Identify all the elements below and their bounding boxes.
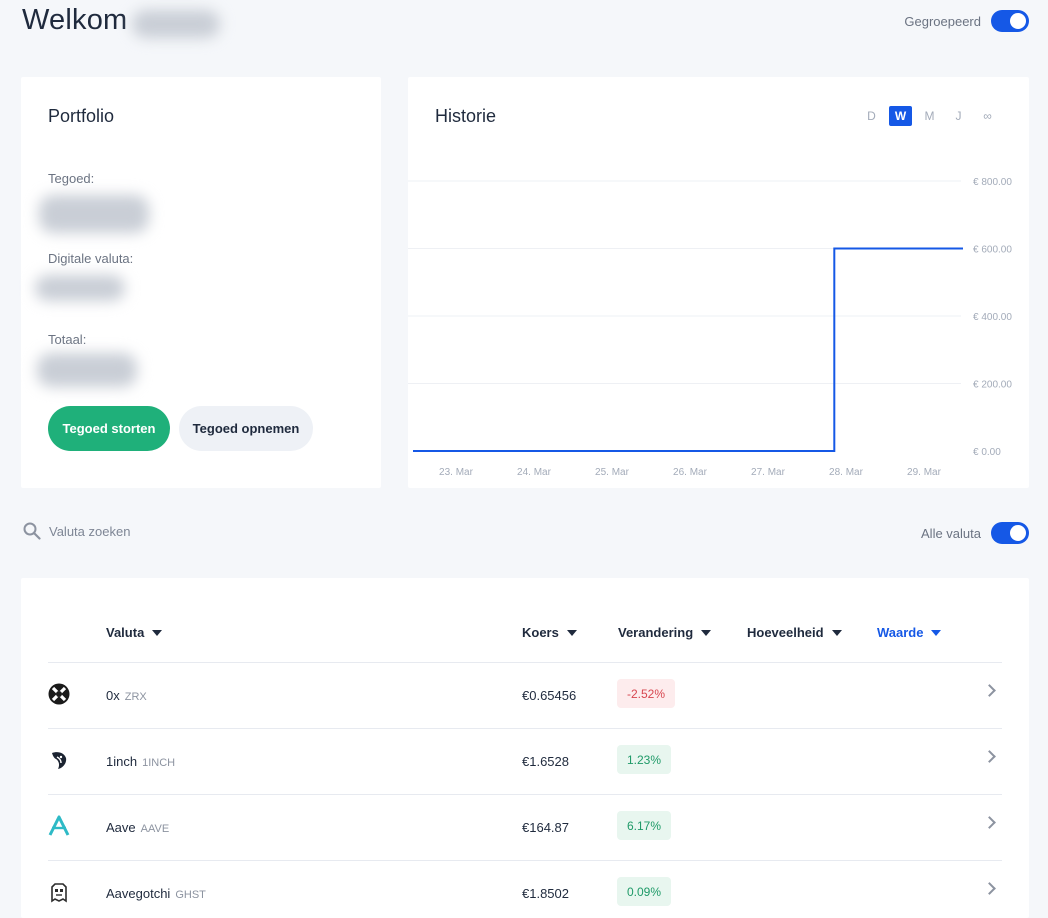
coin-price: €1.8502: [522, 886, 569, 901]
history-card: Historie D W M J ∞ € 0.00 € 200.00 € 400.0…: [408, 77, 1029, 488]
series-line: [413, 247, 963, 452]
col-amount-label: Hoeveelheid: [747, 625, 824, 640]
table-row[interactable]: Aavegotchi GHST €1.8502 0.09%: [48, 860, 1002, 918]
grouped-label: Gegroepeerd: [904, 13, 981, 29]
y-tick-label: € 400.00: [973, 312, 1012, 323]
coin-name: Aavegotchi: [106, 886, 171, 901]
portfolio-card: Portfolio Tegoed: Digitale valuta: Totaa…: [21, 77, 381, 488]
col-change-label: Verandering: [618, 625, 694, 640]
coin-name: 1inch: [106, 754, 138, 769]
col-currency-label: Valuta: [106, 625, 145, 640]
x-tick-label: 26. Mar: [673, 467, 708, 478]
1inch-icon: [52, 752, 67, 769]
welcome-title: Welkom: [22, 4, 128, 36]
coin-symbol: 1INCH: [142, 757, 176, 769]
balance-value-redacted: [39, 195, 149, 233]
grouped-toggle[interactable]: [991, 10, 1029, 32]
table-row[interactable]: 0x ZRX €0.65456 -2.52%: [48, 662, 1002, 728]
aave-icon: [48, 815, 70, 836]
coin-symbol: AAVE: [140, 823, 170, 835]
col-value[interactable]: Waarde: [877, 625, 942, 640]
table-row[interactable]: 1inch 1INCH €1.6528 1.23%: [48, 728, 1002, 794]
x-tick-label: 27. Mar: [751, 467, 786, 478]
caret-down-icon: [831, 629, 842, 636]
coin-symbol: ZRX: [124, 691, 147, 703]
zrx-icon: [48, 683, 70, 705]
table-row[interactable]: Aave AAVE €164.87 6.17%: [48, 794, 1002, 860]
chevron-right-icon[interactable]: [983, 684, 996, 697]
col-currency[interactable]: Valuta: [106, 625, 163, 640]
caret-down-icon: [152, 629, 163, 636]
x-tick-label: 28. Mar: [829, 467, 864, 478]
y-tick-label: € 600.00: [973, 245, 1012, 256]
chevron-right-icon[interactable]: [983, 882, 996, 895]
coin-name: Aave: [106, 820, 136, 835]
x-tick-label: 25. Mar: [595, 467, 630, 478]
col-value-label: Waarde: [877, 625, 924, 640]
ghst-icon: [51, 883, 67, 903]
y-tick-label: € 800.00: [973, 177, 1012, 188]
portfolio-title: Portfolio: [48, 106, 115, 126]
all-currencies-toggle-group: Alle valuta: [921, 522, 1029, 544]
x-tick-label: 23. Mar: [439, 467, 474, 478]
col-change[interactable]: Verandering: [618, 625, 712, 640]
col-amount[interactable]: Hoeveelheid: [747, 625, 842, 640]
all-currencies-toggle[interactable]: [991, 522, 1029, 544]
search-icon: [23, 522, 41, 540]
coin-symbol: GHST: [175, 889, 206, 901]
change-badge: 0.09%: [617, 877, 672, 906]
chevron-right-icon[interactable]: [983, 750, 996, 763]
balance-label: Tegoed:: [48, 171, 95, 186]
search-bar[interactable]: Valuta zoeken: [23, 522, 130, 540]
caret-down-icon: [566, 629, 577, 636]
search-input[interactable]: Valuta zoeken: [49, 524, 130, 539]
x-tick-label: 24. Mar: [517, 467, 552, 478]
deposit-button[interactable]: Tegoed storten: [48, 406, 170, 451]
user-name-redacted: [132, 10, 220, 38]
coin-price: €1.6528: [522, 754, 569, 769]
col-rate-label: Koers: [522, 625, 559, 640]
coin-price: €164.87: [522, 820, 569, 835]
digital-label: Digitale valuta:: [48, 251, 134, 266]
y-tick-label: € 200.00: [973, 380, 1012, 391]
grouped-toggle-group: Gegroepeerd: [904, 10, 1029, 32]
caret-down-icon: [931, 629, 942, 636]
col-rate[interactable]: Koers: [522, 625, 577, 640]
total-value-redacted: [37, 353, 137, 387]
y-tick-label: € 0.00: [973, 447, 1001, 458]
all-currencies-label: Alle valuta: [921, 525, 981, 541]
change-badge: -2.52%: [617, 679, 676, 708]
chevron-right-icon[interactable]: [983, 816, 996, 829]
history-chart: € 0.00 € 200.00 € 400.00 € 600.00 € 800.00 23…: [408, 177, 1012, 478]
x-tick-label: 29. Mar: [907, 467, 942, 478]
change-badge: 1.23%: [617, 745, 672, 774]
caret-down-icon: [701, 629, 712, 636]
coin-name: 0x: [106, 688, 120, 703]
withdraw-button[interactable]: Tegoed opnemen: [179, 406, 313, 451]
total-label: Totaal:: [48, 332, 87, 347]
change-badge: 6.17%: [617, 811, 672, 840]
digital-value-redacted: [35, 275, 125, 301]
coin-price: €0.65456: [522, 688, 577, 703]
